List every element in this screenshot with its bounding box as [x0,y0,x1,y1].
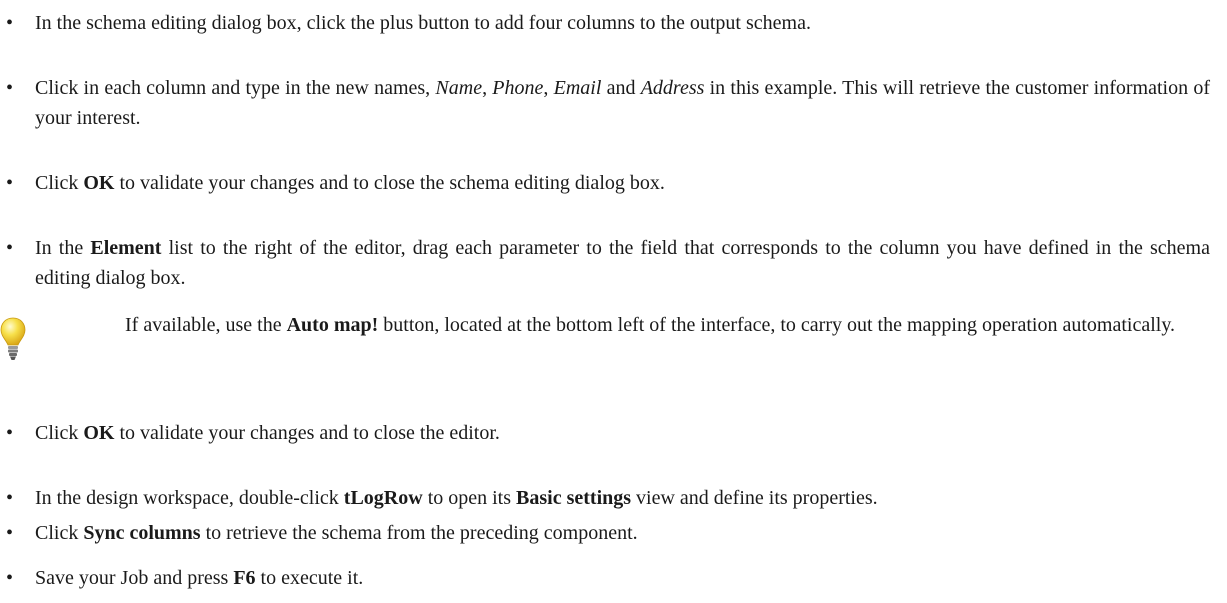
ui-term: F6 [233,567,256,589]
text-run: view and define its properties. [631,487,878,509]
text-run: to retrieve the schema from the precedin… [200,522,638,544]
step-item: • Click OK to validate your changes and … [0,168,1212,198]
step-item: • In the Element list to the right of th… [0,233,1212,293]
ui-term: Element [90,237,162,259]
bullet: • [6,77,14,99]
step-text: Click Sync columns to retrieve the schem… [35,518,1210,548]
ui-term: Auto map! [286,314,379,336]
step-item: • Click in each column and type in the n… [0,73,1212,133]
ui-term: OK [83,172,115,194]
text-run: list to the right of the editor, drag ea… [35,237,1210,289]
text-run: Click [35,172,84,194]
text-run: Click [35,422,84,444]
text-run: and [601,77,641,99]
step-item: • Save your Job and press F6 to execute … [0,563,1212,593]
text-run: to validate your changes and to close th… [114,422,500,444]
text-run: to open its [422,487,517,509]
example-value: Phone [492,77,544,99]
step-text: In the Element list to the right of the … [35,233,1210,293]
step-item: • Click Sync columns to retrieve the sch… [0,518,1212,548]
text-run: Click in each column and type in the new… [35,77,436,99]
bullet: • [6,567,14,589]
lightbulb-icon [0,317,26,360]
text-run: Save your Job and press [35,567,234,589]
ui-term: OK [83,422,115,444]
step-text: Click in each column and type in the new… [35,73,1210,133]
text-run: Click [35,522,84,544]
example-value: Address [640,77,705,99]
tip-note: If available, use the Auto map! button, … [0,310,1212,360]
text-run: In the design workspace, double-click [35,487,344,509]
bullet: • [6,422,14,444]
bullet: • [6,487,14,509]
text-run: If available, use the [125,314,287,336]
text-run: In the [35,237,91,259]
text-run: , [543,77,554,99]
step-text: Click OK to validate your changes and to… [35,418,1210,448]
text-run: , [482,77,493,99]
ui-term: Sync columns [83,522,201,544]
step-text: In the design workspace, double-click tL… [35,483,1210,513]
text-run: button, located at the bottom left of th… [378,314,1176,336]
example-value: Name [435,77,483,99]
ui-term: tLogRow [343,487,423,509]
step-item: • In the design workspace, double-click … [0,483,1212,513]
ui-term: Basic settings [516,487,632,509]
step-item: • Click OK to validate your changes and … [0,418,1212,448]
bullet: • [6,12,14,34]
text-run: to validate your changes and to close th… [114,172,665,194]
bullet: • [6,237,14,259]
step-text: Save your Job and press F6 to execute it… [35,563,1210,593]
bullet: • [6,172,14,194]
step-text: In the schema editing dialog box, click … [35,8,1210,38]
step-item: • In the schema editing dialog box, clic… [0,8,1212,38]
text-run: to execute it. [255,567,364,589]
step-text: Click OK to validate your changes and to… [35,168,1210,198]
example-value: Email [553,77,602,99]
text-run: In the schema editing dialog box, click … [35,12,811,34]
tip-text: If available, use the Auto map! button, … [125,310,1212,340]
documentation-page: • In the schema editing dialog box, clic… [0,0,1227,603]
bullet: • [6,522,14,544]
